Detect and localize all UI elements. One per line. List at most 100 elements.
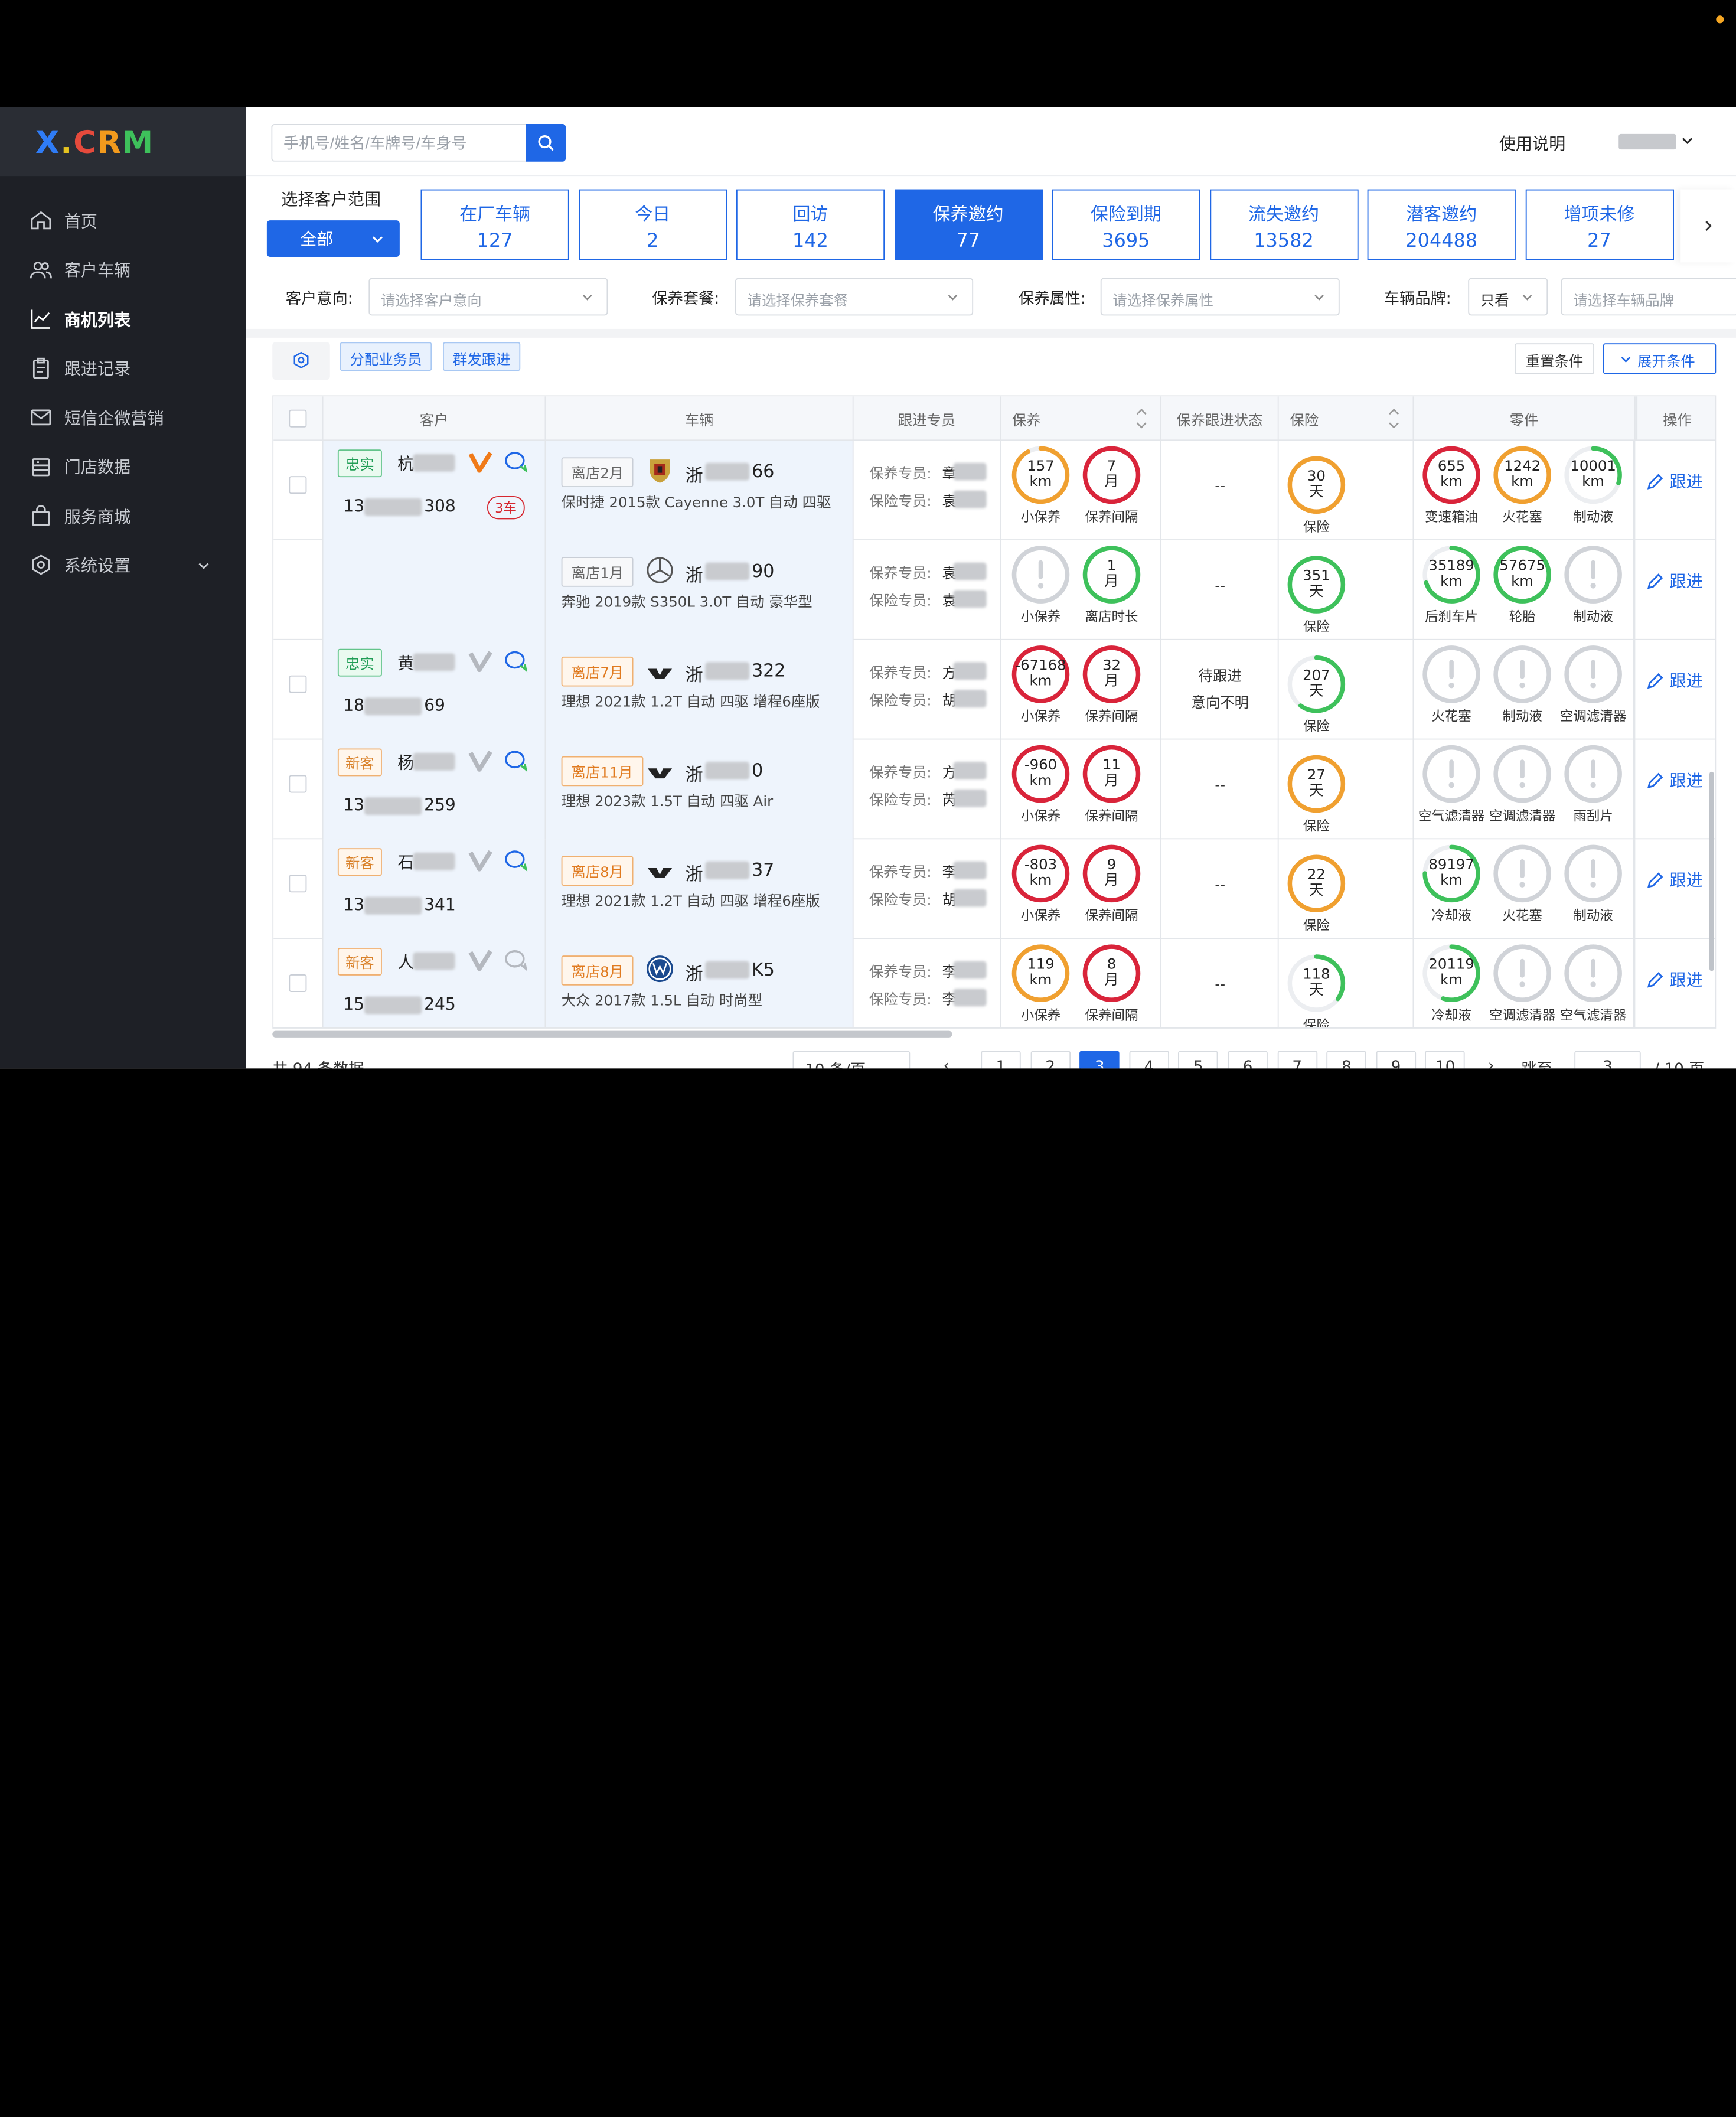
followup-label: 跟进 bbox=[1669, 771, 1703, 791]
ring-unit: km bbox=[1440, 474, 1463, 491]
chevron-down-icon bbox=[1314, 295, 1324, 301]
page-button[interactable]: 3 bbox=[1079, 1051, 1120, 1069]
sidebar-item-settings[interactable]: 系统设置 bbox=[0, 541, 246, 590]
horizontal-scrollbar[interactable] bbox=[272, 1030, 952, 1038]
expand-filters-button[interactable]: 展开条件 bbox=[1603, 343, 1717, 374]
header-maintenance[interactable]: 保养 bbox=[1001, 396, 1161, 441]
sort-icon[interactable] bbox=[1136, 406, 1147, 430]
sidebar-item-marketing[interactable]: 短信企微营销 bbox=[0, 393, 246, 442]
range-select[interactable]: 全部 bbox=[266, 220, 400, 257]
row-checkbox[interactable] bbox=[289, 974, 307, 992]
tab-0[interactable]: 在厂车辆 127 bbox=[420, 189, 569, 260]
page-button[interactable]: 7 bbox=[1277, 1051, 1317, 1069]
search-input[interactable] bbox=[271, 124, 526, 162]
package-select[interactable]: 请选择保养套餐 bbox=[735, 278, 974, 316]
table-row[interactable]: 新客人 15 245 离店8月 浙 K5 大众 2017款 1.5L 自动 时尚型 保养专员:… bbox=[273, 939, 1715, 1027]
page-button[interactable]: 5 bbox=[1178, 1051, 1219, 1069]
car-count-badge[interactable]: 3车 bbox=[487, 496, 525, 520]
followup-button[interactable]: 跟进 bbox=[1646, 469, 1703, 492]
ring-value: 10001 bbox=[1570, 458, 1616, 475]
wechat-icon[interactable] bbox=[504, 749, 530, 773]
followup-button[interactable]: 跟进 bbox=[1646, 768, 1703, 791]
prev-page-button[interactable]: ‹ bbox=[944, 1058, 950, 1069]
customer-tag: 新客 bbox=[337, 948, 382, 976]
sidebar-item-customers[interactable]: 客户车辆 bbox=[0, 245, 246, 294]
warning-ring-icon bbox=[1422, 745, 1480, 803]
tab-3[interactable]: 保养邀约 77 bbox=[894, 189, 1043, 260]
wechat-icon[interactable] bbox=[504, 848, 530, 872]
chevron-down-icon bbox=[372, 236, 383, 243]
tab-6[interactable]: 潜客邀约 204488 bbox=[1367, 189, 1516, 260]
table-row[interactable]: 忠实黄 18 69 离店7月 浙 322 理想 2021款 1.2T 自动 四驱 增程6座版… bbox=[273, 640, 1715, 740]
page-button[interactable]: 10 bbox=[1425, 1051, 1466, 1069]
redacted-staff bbox=[953, 490, 987, 508]
sidebar-item-home[interactable]: 首页 bbox=[0, 196, 246, 245]
row-checkbox[interactable] bbox=[289, 476, 307, 494]
followup-button[interactable]: 跟进 bbox=[1646, 569, 1703, 592]
edit-icon bbox=[1647, 772, 1663, 788]
table-row[interactable]: 新客石 13 341 离店8月 浙 37 理想 2021款 1.2T 自动 四驱 增程6座版… bbox=[273, 839, 1715, 939]
page-button[interactable]: 1 bbox=[981, 1051, 1021, 1069]
reset-filters-button[interactable]: 重置条件 bbox=[1515, 343, 1595, 374]
table-row[interactable]: 离店1月浙 90 奔驰 2019款 S350L 3.0T 自动 豪华型 保养专员: 袁保… bbox=[273, 540, 1715, 640]
help-link[interactable]: 使用说明 bbox=[1499, 132, 1566, 155]
tab-count: 2 bbox=[647, 230, 659, 253]
row-checkbox[interactable] bbox=[289, 875, 307, 893]
page-size-select[interactable]: 10 条/页 bbox=[792, 1051, 911, 1069]
wechat-icon[interactable] bbox=[504, 948, 530, 972]
row-checkbox[interactable] bbox=[289, 775, 307, 793]
maint-followup-status: 待跟进 意向不明 bbox=[1191, 668, 1249, 712]
header-insurance[interactable]: 保险 bbox=[1279, 396, 1414, 441]
tabs-next-button[interactable] bbox=[1680, 189, 1736, 263]
user-name-redacted[interactable] bbox=[1618, 133, 1676, 150]
table-row[interactable]: 新客杨 13 259 离店11月 浙 0 理想 2023款 1.5T 自动 四驱 Air 保养… bbox=[273, 739, 1715, 840]
select-all-checkbox[interactable] bbox=[289, 409, 307, 428]
attr-select[interactable]: 请选择保养属性 bbox=[1100, 278, 1340, 316]
assign-staff-button[interactable]: 分配业务员 bbox=[340, 342, 432, 371]
vertical-scrollbar[interactable] bbox=[1709, 771, 1714, 971]
sidebar-item-followups[interactable]: 跟进记录 bbox=[0, 344, 246, 393]
ins-staff-label: 保险专员: bbox=[869, 593, 932, 611]
row-checkbox[interactable] bbox=[289, 675, 307, 693]
logo-m: M bbox=[122, 123, 155, 160]
chevron-down-icon[interactable] bbox=[1680, 134, 1694, 148]
tab-label: 保养邀约 bbox=[932, 204, 1004, 225]
page-button[interactable]: 4 bbox=[1129, 1051, 1169, 1069]
sidebar-item-opportunities[interactable]: 商机列表 bbox=[0, 295, 246, 344]
bulk-followup-button[interactable]: 群发跟进 bbox=[443, 342, 521, 371]
lixiang-logo-icon bbox=[647, 668, 673, 679]
redacted-name bbox=[413, 852, 455, 870]
sidebar-item-mall[interactable]: 服务商城 bbox=[0, 492, 246, 541]
wechat-icon[interactable] bbox=[504, 649, 530, 673]
table-row[interactable]: 忠实杭 13 308 3车 离店2月 浙 66 保时捷 2015款 Cayenne 3.0T … bbox=[273, 441, 1715, 542]
page-button[interactable]: 6 bbox=[1228, 1051, 1268, 1069]
jump-input[interactable]: 3 bbox=[1574, 1051, 1641, 1069]
tab-2[interactable]: 回访 142 bbox=[736, 189, 885, 260]
tab-label: 保险到期 bbox=[1090, 204, 1161, 225]
sort-icon[interactable] bbox=[1388, 406, 1399, 430]
ring-unit: km bbox=[1029, 872, 1052, 889]
sidebar-item-store-data[interactable]: 门店数据 bbox=[0, 442, 246, 491]
intent-select[interactable]: 请选择客户意向 bbox=[368, 278, 608, 316]
followup-button[interactable]: 跟进 bbox=[1646, 868, 1703, 891]
followup-button[interactable]: 跟进 bbox=[1646, 968, 1703, 991]
tab-4[interactable]: 保险到期 3695 bbox=[1052, 189, 1200, 260]
brand-select[interactable]: 请选择车辆品牌 bbox=[1561, 278, 1736, 316]
followup-button[interactable]: 跟进 bbox=[1646, 669, 1703, 692]
page-button[interactable]: 8 bbox=[1326, 1051, 1367, 1069]
tab-7[interactable]: 增项未修 27 bbox=[1525, 189, 1674, 260]
leave-duration-tag: 离店2月 bbox=[561, 457, 634, 487]
brand-mode-select[interactable]: 只看 bbox=[1468, 278, 1548, 316]
next-page-button[interactable]: › bbox=[1488, 1058, 1494, 1069]
app-logo[interactable]: X.CRM bbox=[0, 107, 246, 177]
ring-label: 保养间隔 bbox=[1085, 1007, 1138, 1023]
column-settings-button[interactable] bbox=[272, 342, 330, 380]
wechat-icon[interactable] bbox=[504, 449, 530, 474]
opportunity-table: 客户 车辆 跟进专员 保养 保养跟进状态 保险 零件 操作 忠实杭 13 308 3车… bbox=[272, 395, 1717, 1029]
page-button[interactable]: 2 bbox=[1030, 1051, 1071, 1069]
tab-5[interactable]: 流失邀约 13582 bbox=[1209, 189, 1358, 260]
search-button[interactable] bbox=[526, 124, 566, 162]
logo-dot: . bbox=[60, 123, 74, 160]
page-button[interactable]: 9 bbox=[1376, 1051, 1416, 1069]
tab-1[interactable]: 今日 2 bbox=[578, 189, 727, 260]
